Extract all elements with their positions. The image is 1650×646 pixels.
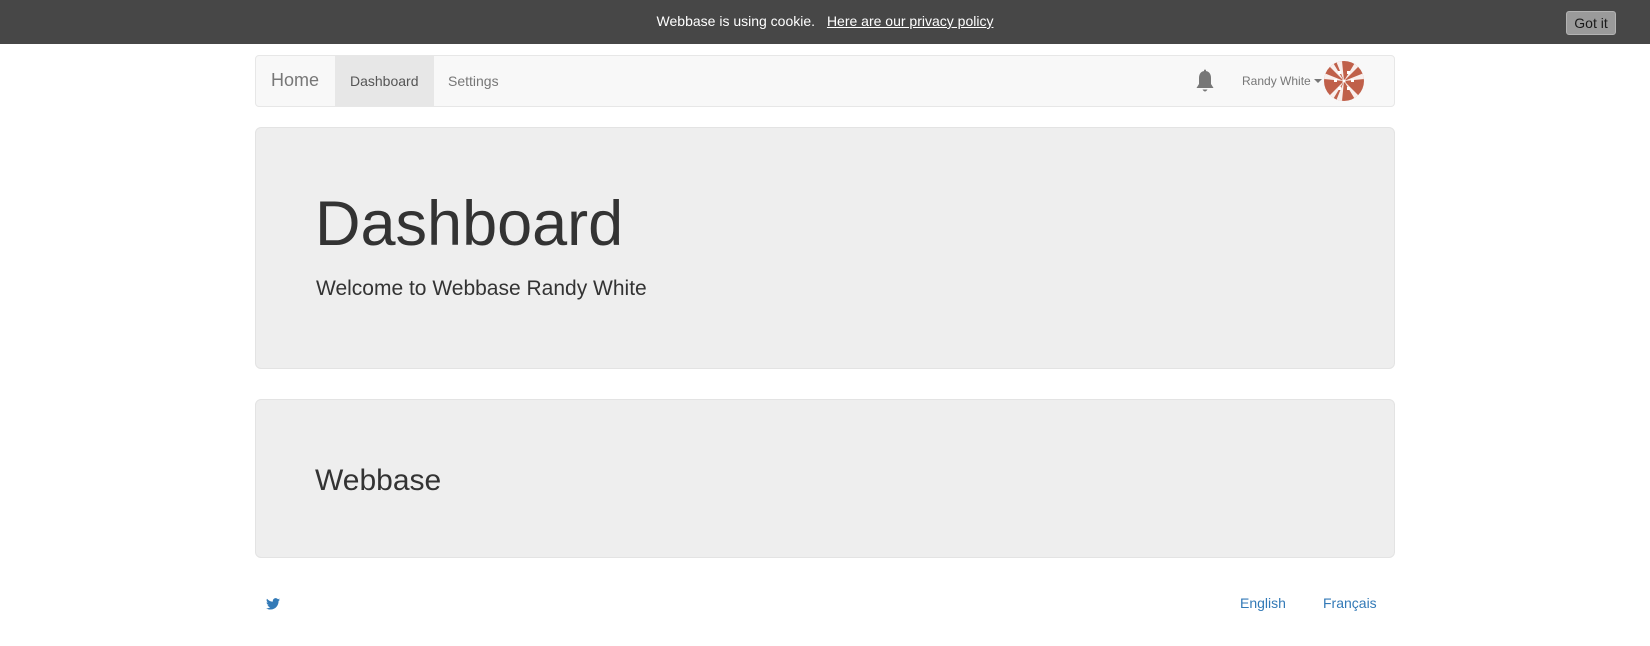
privacy-policy-link[interactable]: Here are our privacy policy — [827, 13, 994, 29]
bell-icon[interactable] — [1194, 69, 1216, 95]
panel-title: Webbase — [315, 464, 442, 497]
navbar: Home Dashboard Settings Randy White — [255, 55, 1395, 107]
cookie-banner: Webbase is using cookie. Here are our pr… — [0, 0, 1650, 44]
twitter-icon[interactable] — [266, 598, 280, 610]
webbase-panel: Webbase — [255, 399, 1395, 558]
footer: English Français — [255, 590, 1395, 620]
avatar[interactable] — [1324, 61, 1364, 101]
nav-settings[interactable]: Settings — [433, 56, 514, 106]
caret-down-icon — [1313, 78, 1322, 83]
home-link[interactable]: Home — [271, 70, 319, 91]
dashboard-jumbotron: Dashboard Welcome to Webbase Randy White — [255, 127, 1395, 369]
cookie-text: Webbase is using cookie. Here are our pr… — [0, 13, 1650, 29]
user-name: Randy White — [1242, 74, 1311, 88]
cookie-message: Webbase is using cookie. — [656, 13, 816, 29]
user-menu-toggle[interactable]: Randy White — [1242, 56, 1322, 106]
language-english-link[interactable]: English — [1240, 595, 1286, 611]
got-it-button[interactable]: Got it — [1566, 11, 1616, 35]
welcome-message: Welcome to Webbase Randy White — [316, 277, 647, 300]
language-french-link[interactable]: Français — [1323, 595, 1377, 611]
page-title: Dashboard — [315, 189, 624, 259]
nav-dashboard[interactable]: Dashboard — [335, 56, 434, 106]
